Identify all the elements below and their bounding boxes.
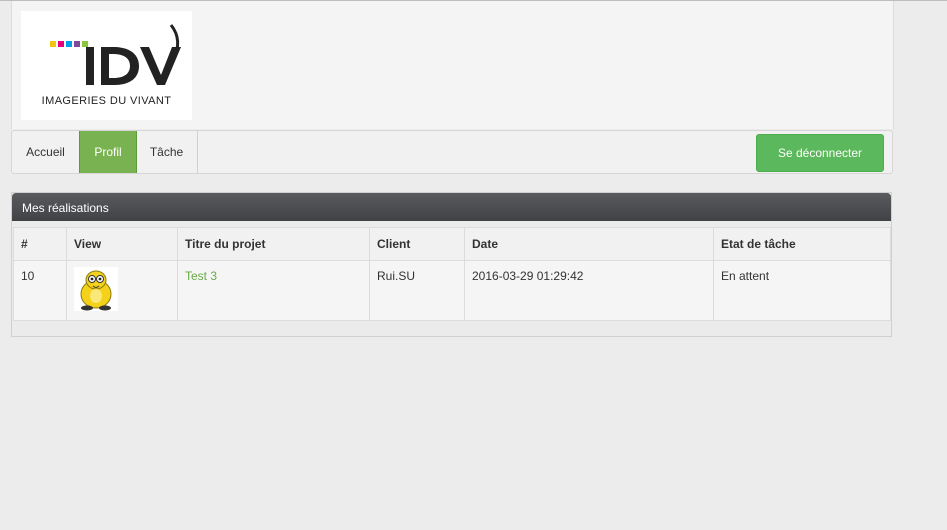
cell-date: 2016-03-29 01:29:42 <box>464 260 714 321</box>
project-link[interactable]: Test 3 <box>185 269 217 283</box>
logout-button[interactable]: Se déconnecter <box>756 134 884 172</box>
table-row: 10 Test 3 Rui.SU 2016-03-29 01:29:42 En … <box>13 260 891 321</box>
table-header-row: # View Titre du projet Client Date Etat … <box>13 227 891 261</box>
cell-project-title: Test 3 <box>177 260 370 321</box>
penguin-thumbnail-icon[interactable] <box>74 267 118 311</box>
site-logo[interactable]: IMAGERIES DU VIVANT <box>21 11 192 120</box>
logo-tagline: IMAGERIES DU VIVANT <box>41 95 172 107</box>
nav-profil[interactable]: Profil <box>79 131 137 173</box>
realisations-panel: Mes réalisations # View Titre du projet … <box>11 192 892 337</box>
nav-tache[interactable]: Tâche <box>136 131 198 173</box>
col-date: Date <box>464 227 714 261</box>
col-view: View <box>66 227 178 261</box>
cell-view <box>66 260 178 321</box>
main-navbar: Accueil Profil Tâche Se déconnecter <box>11 130 893 174</box>
realisations-table: # View Titre du projet Client Date Etat … <box>13 227 891 321</box>
col-project-title: Titre du projet <box>177 227 370 261</box>
cell-id: 10 <box>13 260 67 321</box>
panel-title: Mes réalisations <box>12 193 891 221</box>
col-id: # <box>13 227 67 261</box>
cell-status: En attent <box>713 260 891 321</box>
col-client: Client <box>369 227 465 261</box>
nav-accueil[interactable]: Accueil <box>12 131 80 173</box>
cell-client: Rui.SU <box>369 260 465 321</box>
col-status: Etat de tâche <box>713 227 891 261</box>
